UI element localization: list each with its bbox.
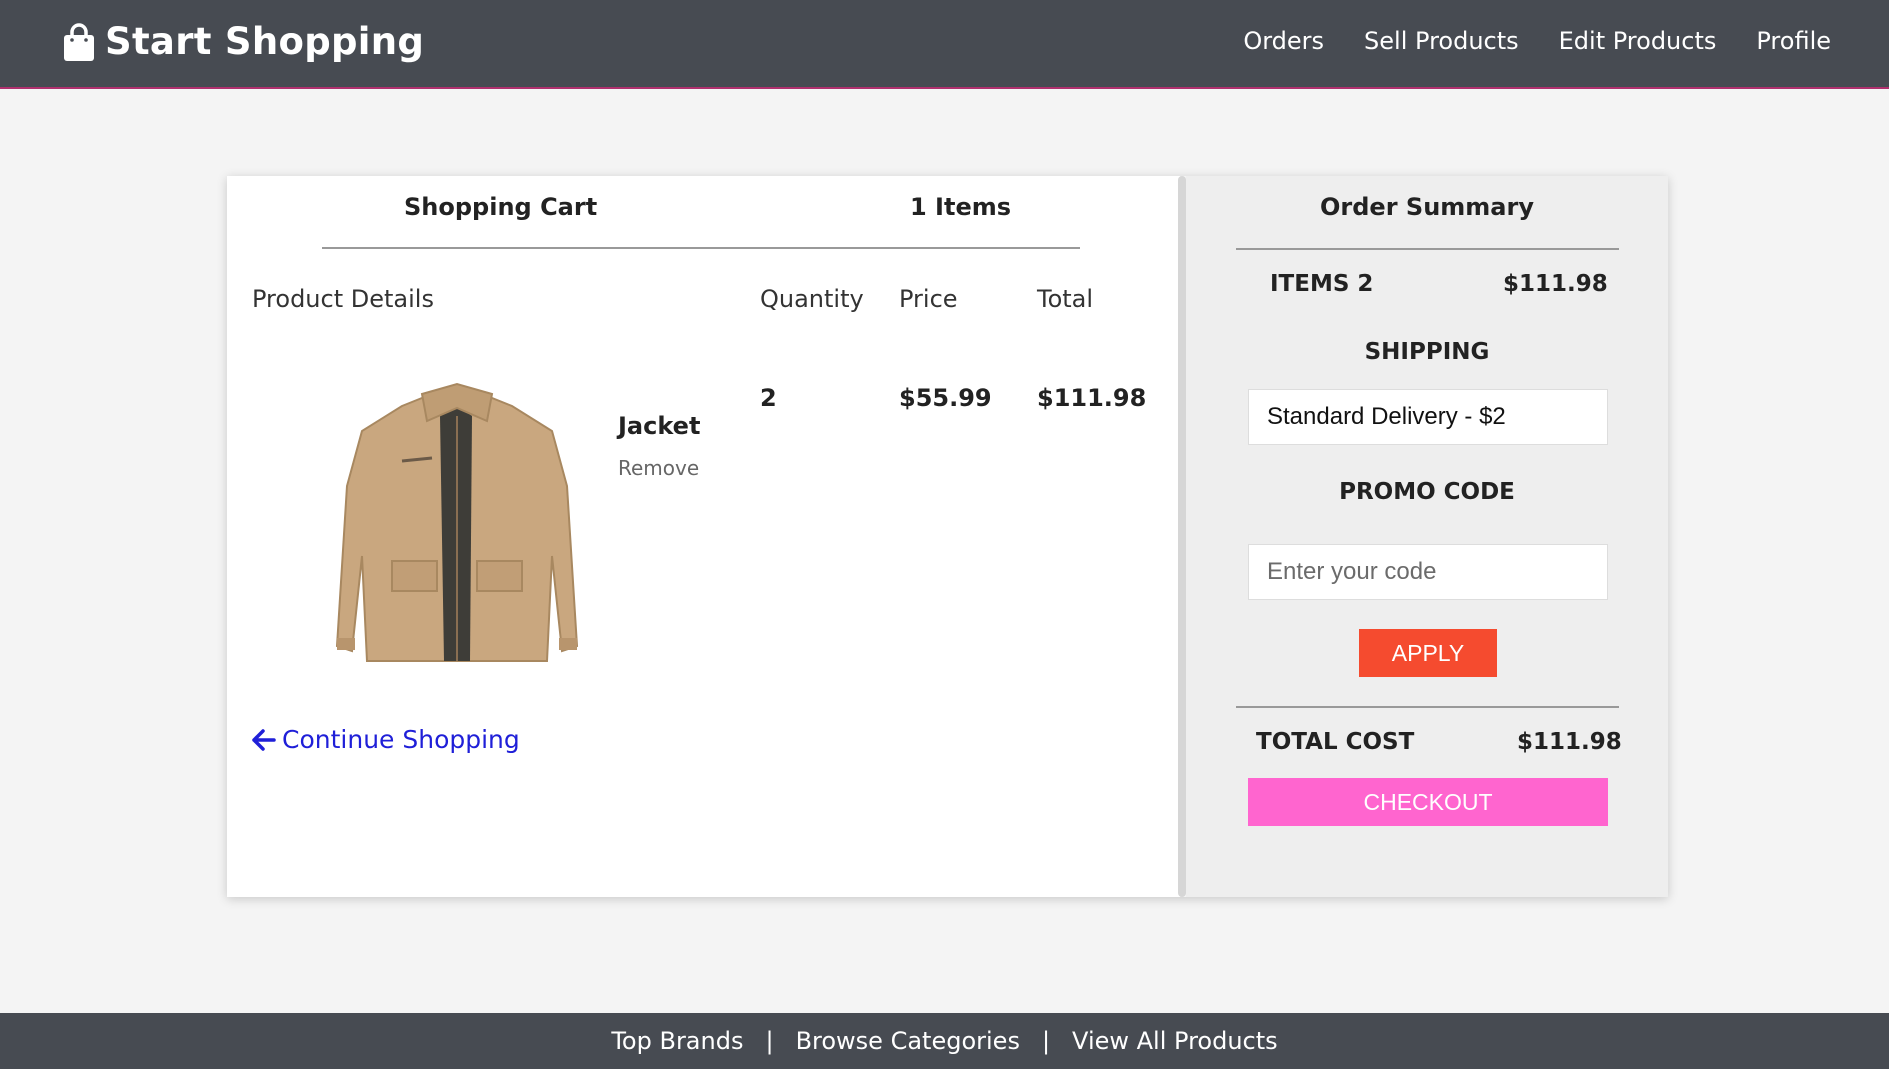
order-summary-panel: Order Summary ITEMS 2 $111.98 SHIPPING S… [1186,176,1668,897]
nav-links: Orders Sell Products Edit Products Profi… [1243,27,1831,55]
footer-separator: | [1041,1027,1051,1055]
cart-title: Shopping Cart [404,193,598,221]
footer-link-view-all-products[interactable]: View All Products [1072,1027,1278,1055]
cart-card: Shopping Cart 1 Items Product Details Qu… [227,176,1668,897]
column-header-total: Total [1037,285,1094,313]
apply-promo-button[interactable]: APPLY [1359,629,1497,677]
product-name: Jacket [618,412,701,440]
checkout-button[interactable]: CHECKOUT [1248,778,1608,826]
shipping-select[interactable]: Standard Delivery - $2 [1248,389,1608,445]
cart-item-count: 1 Items [910,193,1012,221]
continue-shopping-link[interactable]: Continue Shopping [252,725,520,754]
footer-link-top-brands[interactable]: Top Brands [611,1027,743,1055]
item-price: $55.99 [899,384,992,412]
cart-divider [322,247,1080,249]
top-navbar: Start Shopping Orders Sell Products Edit… [0,0,1889,89]
item-quantity: 2 [760,384,777,412]
promo-code-input[interactable] [1248,544,1608,600]
nav-link-sell-products[interactable]: Sell Products [1364,27,1519,55]
arrow-left-icon [252,728,276,751]
panel-divider [1178,176,1186,897]
shopping-cart-panel: Shopping Cart 1 Items Product Details Qu… [227,176,1180,897]
column-header-quantity: Quantity [760,285,864,313]
summary-items-label: ITEMS 2 [1270,271,1374,297]
item-total: $111.98 [1037,384,1147,412]
footer-bar: Top Brands | Browse Categories | View Al… [0,1013,1889,1069]
remove-item-link[interactable]: Remove [618,456,699,480]
promo-code-label: PROMO CODE [1339,479,1515,505]
nav-link-edit-products[interactable]: Edit Products [1559,27,1717,55]
brand-title: Start Shopping [105,20,425,63]
nav-link-orders[interactable]: Orders [1243,27,1324,55]
shopping-bag-icon [64,22,94,61]
order-summary-title: Order Summary [1320,193,1534,221]
summary-items-value: $111.98 [1503,271,1608,297]
shipping-label: SHIPPING [1364,339,1490,365]
brand-logo[interactable]: Start Shopping [63,20,424,63]
column-header-product: Product Details [252,285,434,313]
shipping-selected-value: Standard Delivery - $2 [1267,403,1506,430]
total-cost-value: $111.98 [1517,729,1622,755]
total-cost-label: TOTAL COST [1256,729,1415,755]
summary-divider-bottom [1236,706,1619,708]
column-header-price: Price [899,285,958,313]
nav-link-profile[interactable]: Profile [1756,27,1831,55]
footer-link-browse-categories[interactable]: Browse Categories [796,1027,1020,1055]
summary-divider-top [1236,248,1619,250]
footer-separator: | [765,1027,774,1055]
jacket-product-image [335,382,579,662]
continue-shopping-label: Continue Shopping [282,725,520,754]
